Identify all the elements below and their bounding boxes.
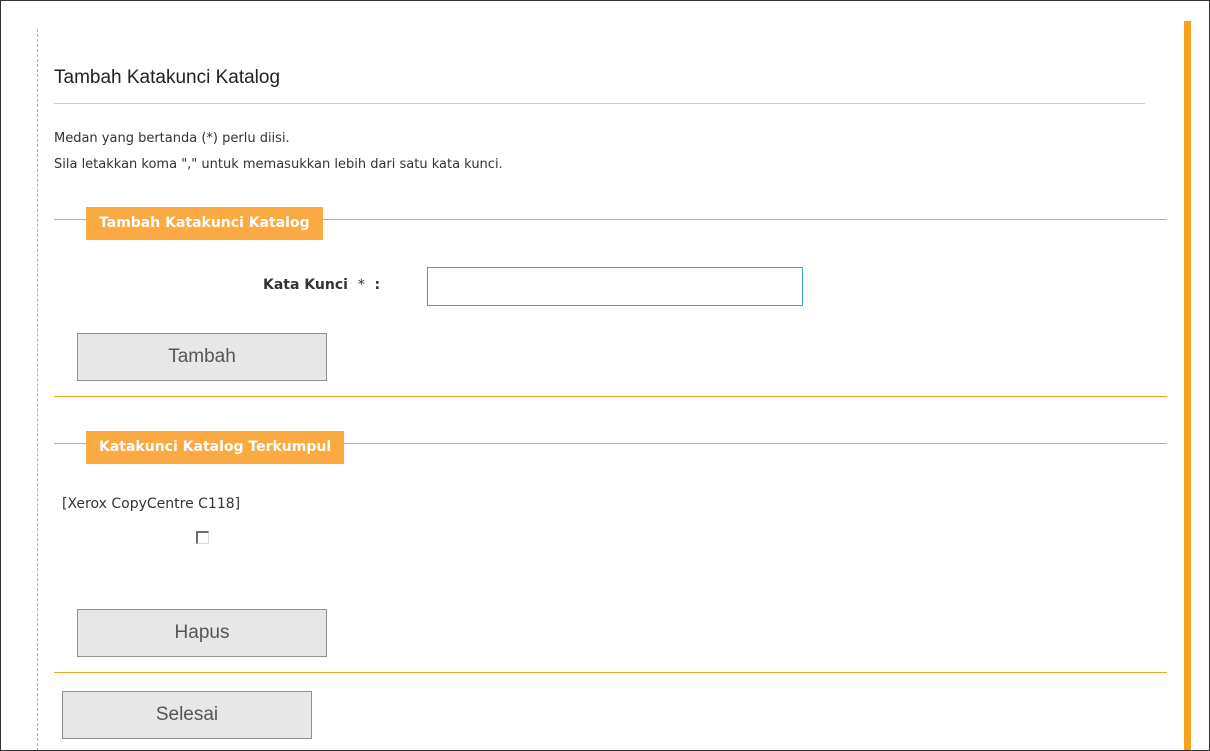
required-mark: * <box>357 277 365 293</box>
keyword-input[interactable] <box>427 267 803 306</box>
section-divider <box>54 672 1167 673</box>
label-separator: : <box>374 277 381 293</box>
finish-button[interactable]: Selesai <box>62 691 312 739</box>
keyword-label-text: Kata Kunci <box>263 277 348 293</box>
collected-keywords-legend: Katakunci Katalog Terkumpul <box>86 431 345 464</box>
collected-keywords-section-header: Katakunci Katalog Terkumpul <box>54 431 1167 464</box>
add-keyword-legend: Tambah Katakunci Katalog <box>86 207 323 240</box>
keyword-field-label: Kata Kunci * : <box>263 277 380 293</box>
page-frame: Tambah Katakunci Katalog Medan yang bert… <box>0 0 1210 751</box>
section-divider <box>54 396 1167 397</box>
page-title: Tambah Katakunci Katalog <box>54 67 281 88</box>
delete-button[interactable]: Hapus <box>77 609 327 657</box>
add-keyword-section-header: Tambah Katakunci Katalog <box>54 207 1167 240</box>
comma-note: Sila letakkan koma "," untuk memasukkan … <box>54 157 503 172</box>
left-dashed-border <box>37 29 38 750</box>
required-note: Medan yang bertanda (*) perlu diisi. <box>54 131 290 146</box>
right-accent-bar <box>1184 21 1191 750</box>
keyword-item-checkbox[interactable] <box>196 531 209 544</box>
add-button[interactable]: Tambah <box>77 333 327 381</box>
keyword-item-label: [Xerox CopyCentre C118] <box>62 496 241 512</box>
title-divider <box>54 103 1145 104</box>
